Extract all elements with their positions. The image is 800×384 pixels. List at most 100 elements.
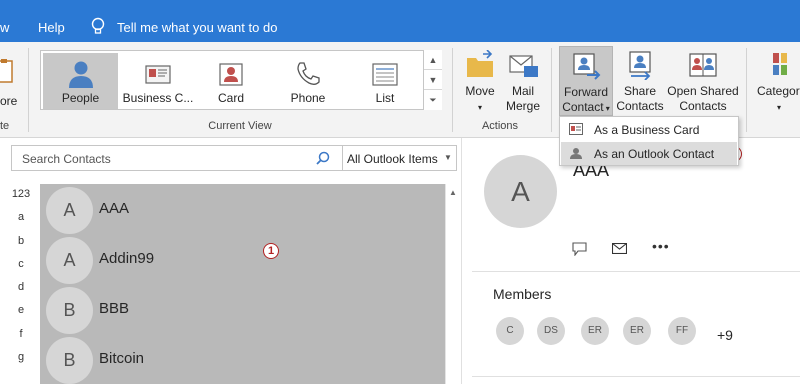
menu-business-card-label: As a Business Card bbox=[594, 123, 700, 137]
forward-contact-icon bbox=[573, 53, 601, 80]
tab-view[interactable]: w bbox=[0, 20, 9, 35]
list-item[interactable]: A Addin99 bbox=[40, 234, 445, 284]
view-people-button[interactable]: People bbox=[43, 53, 118, 109]
clipboard-icon bbox=[0, 59, 13, 83]
share-contacts-line2: Contacts bbox=[616, 99, 664, 113]
mail-icon[interactable] bbox=[612, 243, 627, 254]
menu-as-business-card[interactable]: As a Business Card bbox=[561, 118, 737, 141]
categorize-icon bbox=[773, 53, 787, 75]
list-item[interactable]: B BBB bbox=[40, 284, 445, 334]
folder-icon bbox=[467, 50, 493, 77]
chat-icon[interactable] bbox=[572, 242, 587, 256]
share-contacts-button[interactable]: Share Contacts bbox=[614, 50, 666, 114]
move-button[interactable]: Move ▾ bbox=[459, 50, 501, 115]
share-contacts-icon bbox=[629, 51, 651, 80]
person-icon bbox=[68, 61, 93, 88]
avatar: A bbox=[46, 187, 93, 234]
gallery-expand-icon[interactable]: ⏷ bbox=[424, 90, 442, 110]
contact-card-icon bbox=[219, 63, 243, 86]
mail-merge-button[interactable]: Mail Merge bbox=[503, 50, 543, 114]
index-f[interactable]: f bbox=[6, 328, 36, 351]
mail-merge-line1: Mail bbox=[511, 84, 534, 98]
member-avatar[interactable]: ER bbox=[581, 317, 609, 345]
mail-merge-icon bbox=[509, 55, 538, 77]
categorize-dropdown-icon: ▾ bbox=[777, 103, 782, 112]
business-card-small-icon bbox=[569, 123, 583, 135]
phone-icon bbox=[297, 62, 320, 85]
open-shared-contacts-button[interactable]: Open Shared Contacts bbox=[667, 50, 739, 114]
scroll-up-icon[interactable]: ▲ bbox=[449, 188, 457, 197]
contact-name: AAA bbox=[99, 200, 130, 217]
view-card-button[interactable]: Card bbox=[197, 53, 265, 109]
view-business-card-button[interactable]: Business C... bbox=[121, 53, 195, 109]
mail-merge-line2: Merge bbox=[505, 99, 540, 113]
index-g[interactable]: g bbox=[6, 351, 36, 374]
contact-avatar-large: A bbox=[484, 155, 557, 228]
current-view-label: Current View bbox=[208, 120, 272, 132]
outlook-contact-small-icon bbox=[570, 148, 582, 159]
menu-outlook-contact-label: As an Outlook Contact bbox=[594, 147, 715, 161]
lightbulb-icon bbox=[91, 17, 105, 34]
tell-me-input[interactable]: Tell me what you want to do bbox=[117, 20, 277, 35]
member-avatar[interactable]: FF bbox=[668, 317, 696, 345]
alphabet-index: 123 a b c d e f g bbox=[6, 188, 36, 374]
forward-contact-button[interactable]: Forward Contact ▾ bbox=[559, 46, 613, 116]
search-scope-select[interactable]: All Outlook Items bbox=[347, 152, 438, 166]
forward-contact-line2: Contact bbox=[562, 100, 604, 114]
move-label: Move bbox=[465, 84, 495, 98]
more-options-icon[interactable]: ••• bbox=[652, 238, 670, 254]
view-phone-label: Phone bbox=[290, 91, 326, 105]
member-avatar[interactable]: ER bbox=[623, 317, 651, 345]
view-people-label: People bbox=[61, 91, 100, 105]
categorize-label: Categor bbox=[757, 84, 800, 98]
list-item[interactable]: A AAA bbox=[40, 184, 445, 234]
open-shared-line2: Contacts bbox=[679, 99, 727, 113]
gallery-down-icon[interactable]: ▼ bbox=[424, 70, 442, 90]
view-list-button[interactable]: List bbox=[352, 53, 418, 109]
move-dropdown-icon: ▾ bbox=[477, 103, 482, 112]
scope-dropdown-icon[interactable]: ▼ bbox=[444, 153, 452, 162]
index-a[interactable]: a bbox=[6, 211, 36, 234]
search-icon[interactable] bbox=[316, 151, 330, 165]
open-shared-line1: Open Shared bbox=[667, 84, 739, 98]
view-card-label: Card bbox=[217, 91, 244, 105]
contact-name: Bitcoin bbox=[99, 350, 145, 367]
menu-as-outlook-contact[interactable]: As an Outlook Contact bbox=[561, 142, 737, 165]
tab-help[interactable]: Help bbox=[38, 20, 65, 35]
forward-contact-menu: As a Business Card As an Outlook Contact bbox=[559, 116, 739, 166]
avatar: A bbox=[46, 237, 93, 284]
contact-name: Addin99 bbox=[99, 250, 155, 267]
partial-left-button[interactable]: ore bbox=[0, 50, 22, 110]
gallery-up-icon[interactable]: ▲ bbox=[424, 50, 442, 70]
index-123[interactable]: 123 bbox=[6, 188, 36, 211]
share-contacts-line1: Share bbox=[623, 84, 657, 98]
list-scrollbar[interactable]: ▲ bbox=[445, 184, 460, 384]
contact-name: BBB bbox=[99, 300, 130, 317]
search-input[interactable]: Search Contacts bbox=[22, 152, 111, 166]
index-e[interactable]: e bbox=[6, 304, 36, 327]
more-members-count[interactable]: +9 bbox=[717, 327, 733, 343]
step-1-badge: 1 bbox=[263, 243, 279, 259]
member-avatar[interactable]: DS bbox=[537, 317, 565, 345]
view-list-label: List bbox=[375, 91, 395, 105]
search-contacts-box[interactable]: Search Contacts All Outlook Items ▼ bbox=[11, 145, 457, 171]
tell-me-bar: w Help Tell me what you want to do bbox=[0, 0, 800, 42]
partial-left-label: ore bbox=[0, 94, 18, 108]
index-d[interactable]: d bbox=[6, 281, 36, 304]
index-c[interactable]: c bbox=[6, 258, 36, 281]
index-b[interactable]: b bbox=[6, 235, 36, 258]
gallery-scroller[interactable]: ▲ ▼ ⏷ bbox=[423, 50, 442, 110]
members-label: Members bbox=[493, 286, 552, 302]
contact-list: A AAA A Addin99 B BBB B Bitcoin bbox=[40, 184, 445, 384]
forward-contact-line1: Forward bbox=[563, 85, 608, 99]
list-item[interactable]: B Bitcoin bbox=[40, 334, 445, 384]
business-card-icon bbox=[145, 65, 171, 84]
actions-label: Actions bbox=[481, 120, 519, 132]
member-avatar[interactable]: C bbox=[496, 317, 524, 345]
partial-group-label: te bbox=[0, 120, 10, 132]
categorize-button[interactable]: Categor ▾ bbox=[755, 50, 800, 115]
contact-actions: ••• bbox=[572, 238, 672, 257]
open-shared-contacts-icon bbox=[689, 53, 717, 77]
current-view-gallery: People Business C... Card Phone List ▲ ▼… bbox=[40, 50, 442, 110]
view-phone-button[interactable]: Phone bbox=[274, 53, 342, 109]
